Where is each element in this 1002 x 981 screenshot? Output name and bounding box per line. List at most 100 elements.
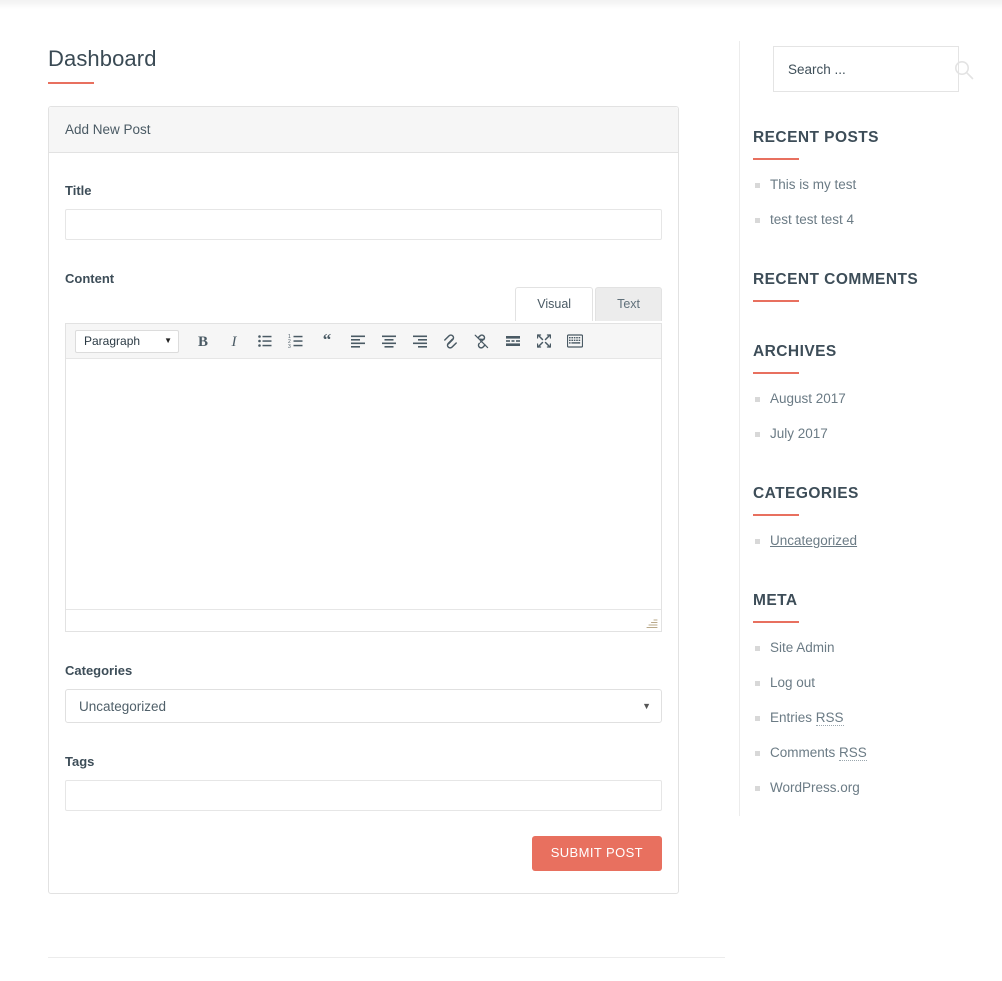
widget-recent-posts: RECENT POSTS This is my test test test t… bbox=[753, 128, 1002, 229]
chevron-down-icon: ▼ bbox=[642, 701, 651, 711]
widget-title: ARCHIVES bbox=[753, 343, 837, 360]
sidebar-divider bbox=[739, 41, 740, 816]
footer-divider bbox=[48, 957, 725, 958]
meta-link-site-admin[interactable]: Site Admin bbox=[770, 640, 835, 655]
list-item: This is my test bbox=[753, 176, 1002, 194]
list-item: test test test 4 bbox=[753, 211, 1002, 229]
rss-abbr: RSS bbox=[815, 710, 844, 726]
bold-icon[interactable]: B bbox=[187, 326, 218, 356]
meta-link-entries-rss[interactable]: Entries RSS bbox=[770, 710, 844, 726]
blockquote-icon[interactable]: “ bbox=[311, 326, 342, 356]
widget-categories: CATEGORIES Uncategorized bbox=[753, 484, 1002, 550]
editor-status-bar bbox=[66, 609, 661, 631]
list-item: Site Admin bbox=[753, 639, 1002, 657]
svg-text:3: 3 bbox=[288, 344, 291, 349]
search-input[interactable] bbox=[773, 46, 959, 92]
list-item: August 2017 bbox=[753, 390, 1002, 408]
widget-accent-rule bbox=[753, 158, 799, 160]
meta-link-comments-rss[interactable]: Comments RSS bbox=[770, 745, 867, 761]
editor-box: Paragraph ▼ B I 1 2 3 “ bbox=[65, 323, 662, 632]
list-item: Uncategorized bbox=[753, 532, 1002, 550]
recent-post-link[interactable]: test test test 4 bbox=[770, 212, 854, 227]
widget-title: RECENT COMMENTS bbox=[753, 271, 919, 288]
widget-list: Site Admin Log out Entries RSS Comments … bbox=[753, 639, 1002, 797]
insert-link-icon[interactable] bbox=[435, 326, 466, 356]
wysiwyg-editor: Visual Text Paragraph ▼ B I 1 2 3 “ bbox=[65, 287, 662, 632]
list-item: Log out bbox=[753, 674, 1002, 692]
list-item: Entries RSS bbox=[753, 709, 1002, 727]
add-new-post-panel: Add New Post Title Content Visual Text P… bbox=[48, 106, 679, 894]
editor-resize-handle[interactable] bbox=[646, 617, 658, 629]
widget-list: Uncategorized bbox=[753, 532, 1002, 550]
widget-accent-rule bbox=[753, 372, 799, 374]
meta-link-wordpress-org[interactable]: WordPress.org bbox=[770, 780, 860, 795]
meta-comments-rss-text: Comments RSS bbox=[770, 745, 867, 761]
top-gradient-band bbox=[0, 0, 1002, 9]
svg-text:“: “ bbox=[322, 333, 331, 349]
tags-input[interactable] bbox=[65, 780, 662, 811]
sidebar: RECENT POSTS This is my test test test t… bbox=[753, 46, 1002, 814]
title-label: Title bbox=[65, 183, 92, 198]
widget-list: August 2017 July 2017 bbox=[753, 390, 1002, 443]
tab-visual[interactable]: Visual bbox=[515, 287, 594, 321]
panel-header: Add New Post bbox=[49, 107, 678, 153]
rss-abbr: RSS bbox=[839, 745, 867, 761]
fullscreen-icon[interactable] bbox=[528, 326, 559, 356]
archive-link[interactable]: July 2017 bbox=[770, 426, 828, 441]
widget-recent-comments: RECENT COMMENTS bbox=[753, 270, 1002, 302]
widget-list: This is my test test test test 4 bbox=[753, 176, 1002, 229]
editor-mode-tabs: Visual Text bbox=[515, 287, 662, 321]
format-select[interactable]: Paragraph ▼ bbox=[75, 329, 179, 353]
title-field-group: Title bbox=[65, 183, 662, 240]
tags-field-group: Tags bbox=[65, 754, 662, 811]
categories-field-group: Categories Uncategorized ▼ bbox=[65, 663, 662, 723]
widget-archives: ARCHIVES August 2017 July 2017 bbox=[753, 342, 1002, 443]
widget-title: META bbox=[753, 592, 798, 609]
chevron-down-icon: ▼ bbox=[164, 336, 172, 345]
page-title: Dashboard bbox=[48, 46, 157, 71]
format-select-value: Paragraph bbox=[84, 334, 141, 348]
editor-content-area[interactable] bbox=[66, 359, 661, 609]
widget-meta: META Site Admin Log out Entries RSS Comm… bbox=[753, 591, 1002, 797]
tags-label: Tags bbox=[65, 754, 95, 769]
panel-body: Title Content Visual Text Paragraph ▼ B … bbox=[49, 153, 678, 893]
align-center-icon[interactable] bbox=[373, 326, 404, 356]
list-item: Comments RSS bbox=[753, 744, 1002, 762]
archive-link[interactable]: August 2017 bbox=[770, 391, 846, 406]
svg-text:I: I bbox=[230, 334, 237, 349]
main-content-column: Dashboard Add New Post Title Content Vis… bbox=[48, 46, 680, 894]
categories-select-value: Uncategorized bbox=[79, 699, 167, 714]
bulleted-list-icon[interactable] bbox=[249, 326, 280, 356]
widget-title: CATEGORIES bbox=[753, 485, 859, 502]
content-label: Content bbox=[65, 271, 115, 286]
submit-post-button[interactable]: SUBMIT POST bbox=[531, 836, 662, 871]
align-right-icon[interactable] bbox=[404, 326, 435, 356]
italic-icon[interactable]: I bbox=[218, 326, 249, 356]
list-item: WordPress.org bbox=[753, 779, 1002, 797]
recent-post-link[interactable]: This is my test bbox=[770, 177, 856, 192]
widget-accent-rule bbox=[753, 514, 799, 516]
tab-text[interactable]: Text bbox=[595, 287, 662, 321]
categories-select[interactable]: Uncategorized ▼ bbox=[65, 689, 662, 723]
categories-label: Categories bbox=[65, 663, 133, 678]
page-root: Dashboard Add New Post Title Content Vis… bbox=[0, 0, 1002, 981]
meta-entries-rss-text: Entries RSS bbox=[770, 710, 844, 726]
align-left-icon[interactable] bbox=[342, 326, 373, 356]
search-widget bbox=[773, 46, 974, 92]
numbered-list-icon[interactable]: 1 2 3 bbox=[280, 326, 311, 356]
editor-toolbar: Paragraph ▼ B I 1 2 3 “ bbox=[66, 324, 661, 359]
meta-link-log-out[interactable]: Log out bbox=[770, 675, 815, 690]
svg-text:B: B bbox=[197, 334, 207, 349]
remove-link-icon[interactable] bbox=[466, 326, 497, 356]
widget-title: RECENT POSTS bbox=[753, 129, 879, 146]
insert-read-more-icon[interactable] bbox=[497, 326, 528, 356]
toolbar-toggle-icon[interactable] bbox=[559, 326, 590, 356]
title-input[interactable] bbox=[65, 209, 662, 240]
category-link[interactable]: Uncategorized bbox=[770, 533, 857, 548]
